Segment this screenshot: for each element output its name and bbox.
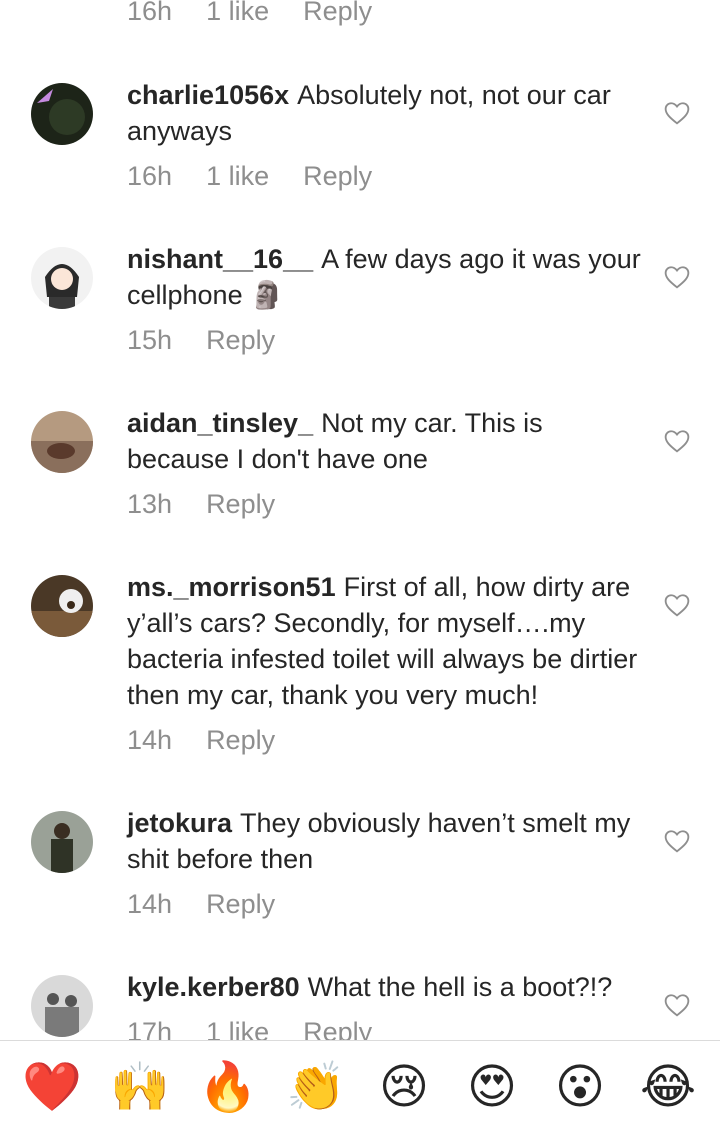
avatar[interactable]	[31, 411, 93, 473]
heart-outline-icon[interactable]	[664, 101, 690, 125]
like-count[interactable]: 1 like	[206, 1017, 269, 1041]
like-count[interactable]: 1 like	[206, 161, 269, 192]
comment-username[interactable]: jetokura	[127, 808, 232, 838]
comment-username[interactable]: ms._morrison51	[127, 572, 336, 602]
avatar[interactable]	[31, 575, 93, 637]
heart-emoji-icon[interactable]: ❤️	[17, 1058, 87, 1118]
comment-username[interactable]: kyle.kerber80	[127, 972, 300, 1002]
comments-feed: 16h 1 like Reply charlie1056x Absolutely …	[0, 0, 720, 1040]
comment-username[interactable]: nishant__16__	[127, 244, 313, 274]
comment-time: 16h	[127, 0, 173, 26]
reply-button[interactable]: Reply	[303, 0, 372, 27]
tears-of-joy-emoji-icon[interactable]: 😂	[633, 1058, 703, 1118]
heart-outline-icon[interactable]	[664, 593, 690, 617]
reply-button[interactable]: Reply	[206, 325, 275, 356]
comment-time: 16h	[127, 160, 173, 191]
comment-text: What the hell is a boot?!?	[307, 972, 613, 1002]
reply-button[interactable]: Reply	[303, 1017, 372, 1041]
comment-meta-partial: 16h 1 like Reply	[127, 0, 372, 31]
fire-emoji-icon[interactable]: 🔥	[193, 1058, 263, 1118]
heart-outline-icon[interactable]	[664, 265, 690, 289]
comment-time: 17h	[127, 1016, 173, 1041]
surprised-face-emoji-icon[interactable]: 😮	[545, 1058, 615, 1118]
crying-face-emoji-icon[interactable]: 😢	[369, 1058, 439, 1118]
reply-button[interactable]: Reply	[303, 161, 372, 192]
comment-time: 13h	[127, 488, 173, 519]
emoji-reaction-bar: ❤️ 🙌 🔥 👏 😢 😍 😮 😂	[0, 1040, 720, 1135]
comment-username[interactable]: charlie1056x	[127, 80, 289, 110]
raising-hands-emoji-icon[interactable]: 🙌	[105, 1058, 175, 1118]
avatar[interactable]	[31, 811, 93, 873]
like-count[interactable]: 1 like	[206, 0, 269, 27]
avatar[interactable]	[31, 247, 93, 309]
avatar[interactable]	[31, 975, 93, 1037]
heart-eyes-emoji-icon[interactable]: 😍	[457, 1058, 527, 1118]
comment-time: 14h	[127, 724, 173, 755]
avatar[interactable]	[31, 83, 93, 145]
heart-outline-icon[interactable]	[664, 429, 690, 453]
comment-time: 14h	[127, 888, 173, 919]
heart-outline-icon[interactable]	[664, 829, 690, 853]
reply-button[interactable]: Reply	[206, 725, 275, 756]
clapping-hands-emoji-icon[interactable]: 👏	[281, 1058, 351, 1118]
comment-username[interactable]: aidan_tinsley_	[127, 408, 313, 438]
reply-button[interactable]: Reply	[206, 489, 275, 520]
heart-outline-icon[interactable]	[664, 993, 690, 1017]
reply-button[interactable]: Reply	[206, 889, 275, 920]
comment-time: 15h	[127, 324, 173, 355]
